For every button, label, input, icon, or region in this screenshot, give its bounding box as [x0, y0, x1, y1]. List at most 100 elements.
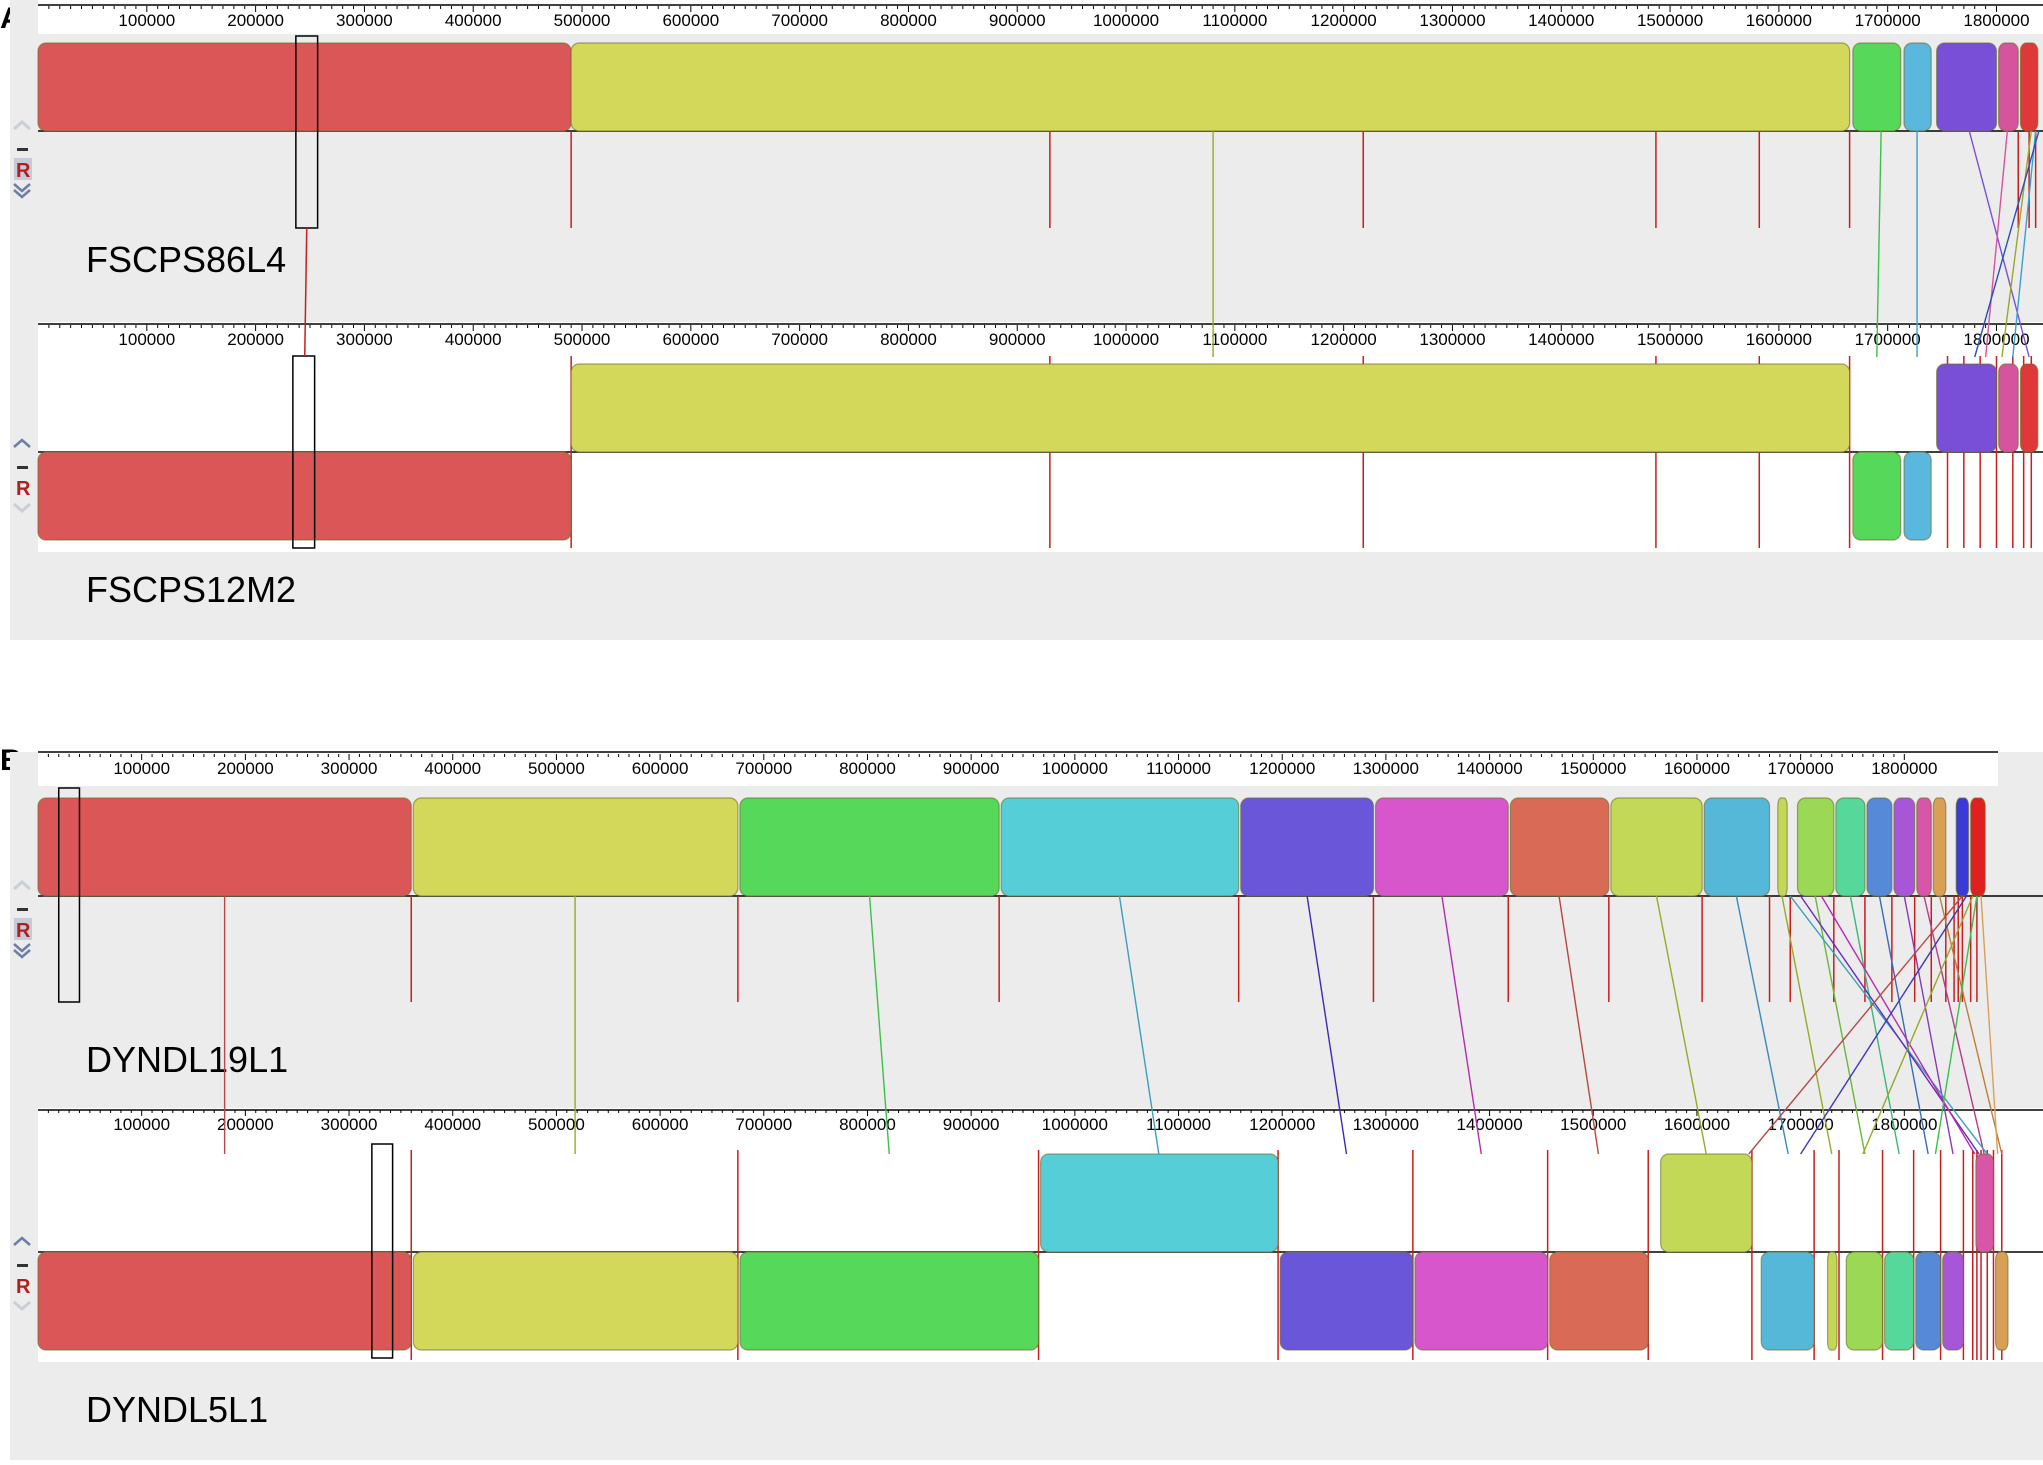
synteny-figure: A 10000020000030000040000050000060000070… — [0, 0, 2043, 1460]
ruler-tick-label: 400000 — [424, 759, 481, 778]
ruler-tick-label: 1300000 — [1419, 11, 1485, 30]
ruler-tick-label: 700000 — [735, 759, 792, 778]
ruler-tick-label: 400000 — [445, 330, 502, 349]
ruler-tick-label: 300000 — [336, 11, 393, 30]
synteny-block-dyndl19l1-12 — [1835, 797, 1866, 897]
ruler-tick-label: 600000 — [662, 11, 719, 30]
ruler-tick-label: 600000 — [632, 1115, 689, 1134]
synteny-block-dyndl5l1-15 — [1975, 1153, 1995, 1253]
synteny-block-dyndl5l1-8 — [1660, 1153, 1753, 1253]
ruler-tick-label: 1100000 — [1202, 11, 1267, 30]
ruler-tick-label: 1400000 — [1456, 1115, 1522, 1134]
ruler-tick-label: 900000 — [943, 1115, 1000, 1134]
synteny-block-fscps86l4-3 — [1852, 42, 1902, 132]
ruler-tick-label: 1200000 — [1249, 1115, 1315, 1134]
synteny-block-dyndl19l1-1 — [37, 797, 412, 897]
synteny-block-dyndl5l1-11 — [1845, 1251, 1884, 1351]
ruler-tick-label: 1300000 — [1419, 330, 1485, 349]
minus-icon[interactable] — [17, 908, 28, 911]
synteny-block-fscps12m2-4 — [1903, 451, 1932, 541]
genome-label-dyndl5l1: DYNDL5L1 — [86, 1389, 268, 1430]
minus-icon[interactable] — [17, 1264, 28, 1267]
ruler-tick-label: 200000 — [227, 330, 284, 349]
synteny-block-fscps12m2-3 — [1852, 451, 1902, 541]
synteny-block-dyndl5l1-6 — [1414, 1251, 1549, 1351]
synteny-block-dyndl5l1-16 — [1994, 1251, 2009, 1351]
synteny-block-dyndl5l1-10 — [1826, 1251, 1838, 1351]
ruler-tick-label: 1500000 — [1637, 11, 1703, 30]
synteny-block-fscps12m2-5 — [1936, 363, 1998, 453]
ruler-tick-label: 700000 — [771, 11, 828, 30]
synteny-block-fscps86l4-7 — [2019, 42, 2039, 132]
synteny-block-dyndl5l1-12 — [1884, 1251, 1915, 1351]
panel-a: A 10000020000030000040000050000060000070… — [0, 0, 2043, 640]
ruler-tick-label: 1000000 — [1093, 11, 1159, 30]
synteny-block-dyndl19l1-14 — [1893, 797, 1916, 897]
minus-icon[interactable] — [17, 148, 28, 151]
reverse-r-icon[interactable]: R — [16, 920, 31, 942]
ruler-tick-label: 600000 — [632, 759, 689, 778]
ruler-tick-label: 1600000 — [1664, 1115, 1730, 1134]
synteny-block-dyndl19l1-7 — [1509, 797, 1610, 897]
ruler-tick-label: 1500000 — [1560, 759, 1626, 778]
synteny-block-dyndl5l1-4 — [1040, 1153, 1279, 1253]
synteny-block-dyndl5l1-3 — [739, 1251, 1040, 1351]
ruler-tick-label: 1200000 — [1311, 330, 1377, 349]
synteny-block-dyndl19l1-9 — [1703, 797, 1771, 897]
ruler-tick-label: 700000 — [771, 330, 828, 349]
synteny-block-dyndl19l1-5 — [1240, 797, 1375, 897]
ruler-tick-label: 1400000 — [1456, 759, 1522, 778]
synteny-block-dyndl5l1-9 — [1760, 1251, 1815, 1351]
ruler-tick-label: 1300000 — [1353, 1115, 1419, 1134]
synteny-block-dyndl19l1-16 — [1932, 797, 1947, 897]
ruler-tick-label: 1600000 — [1746, 330, 1812, 349]
ruler-tick-label: 100000 — [113, 1115, 170, 1134]
ruler-tick-label: 1800000 — [1871, 759, 1937, 778]
reverse-r-icon[interactable]: R — [16, 160, 31, 182]
ruler-tick-label: 900000 — [989, 330, 1046, 349]
reverse-r-icon[interactable]: R — [16, 478, 31, 500]
ruler-tick-label: 1200000 — [1311, 11, 1377, 30]
blocks-dyndl19l1 — [37, 797, 1986, 897]
synteny-block-fscps12m2-6 — [1998, 363, 2019, 453]
ruler-tick-label: 800000 — [880, 330, 937, 349]
ruler-tick-label: 100000 — [118, 330, 175, 349]
synteny-block-fscps86l4-6 — [1998, 42, 2019, 132]
ruler-tick-label: 900000 — [943, 759, 1000, 778]
ruler-tick-label: 500000 — [528, 759, 585, 778]
ruler-tick-label: 300000 — [336, 330, 393, 349]
synteny-block-dyndl5l1-2 — [412, 1251, 739, 1351]
synteny-block-fscps86l4-1 — [37, 42, 572, 132]
ruler-tick-label: 800000 — [880, 11, 937, 30]
minus-icon[interactable] — [17, 466, 28, 469]
ruler-tick-label: 1100000 — [1202, 330, 1267, 349]
ruler-tick-label: 600000 — [662, 330, 719, 349]
ruler-tick-label: 1700000 — [1768, 759, 1834, 778]
reverse-r-icon[interactable]: R — [16, 1276, 31, 1298]
synteny-block-fscps86l4-5 — [1936, 42, 1998, 132]
synteny-block-dyndl19l1-8 — [1610, 797, 1703, 897]
ruler-tick-label: 800000 — [839, 759, 896, 778]
synteny-block-fscps86l4-2 — [570, 42, 1851, 132]
ruler-tick-label: 400000 — [445, 11, 502, 30]
ruler-tick-label: 1800000 — [1963, 11, 2029, 30]
ruler-tick-label: 1000000 — [1042, 759, 1108, 778]
synteny-block-dyndl5l1-7 — [1549, 1251, 1649, 1351]
ruler-tick-label: 900000 — [989, 11, 1046, 30]
ruler-tick-label: 1800000 — [1871, 1115, 1937, 1134]
synteny-block-dyndl19l1-13 — [1866, 797, 1893, 897]
synteny-block-dyndl19l1-18 — [1970, 797, 1986, 897]
ruler-tick-label: 1500000 — [1637, 330, 1703, 349]
synteny-block-dyndl5l1-14 — [1942, 1251, 1965, 1351]
genome-label-fscps12m2: FSCPS12M2 — [86, 569, 296, 610]
ruler-tick-label: 1000000 — [1042, 1115, 1108, 1134]
synteny-block-dyndl19l1-15 — [1916, 797, 1932, 897]
ruler-tick-label: 1000000 — [1093, 330, 1159, 349]
ruler-tick-label: 500000 — [554, 11, 611, 30]
ruler-tick-label: 300000 — [321, 1115, 378, 1134]
ruler-tick-label: 1700000 — [1855, 330, 1921, 349]
ruler-tick-label: 400000 — [424, 1115, 481, 1134]
ruler-tick-label: 1400000 — [1528, 11, 1594, 30]
ruler-tick-label: 1200000 — [1249, 759, 1315, 778]
synteny-block-fscps12m2-7 — [2019, 363, 2039, 453]
